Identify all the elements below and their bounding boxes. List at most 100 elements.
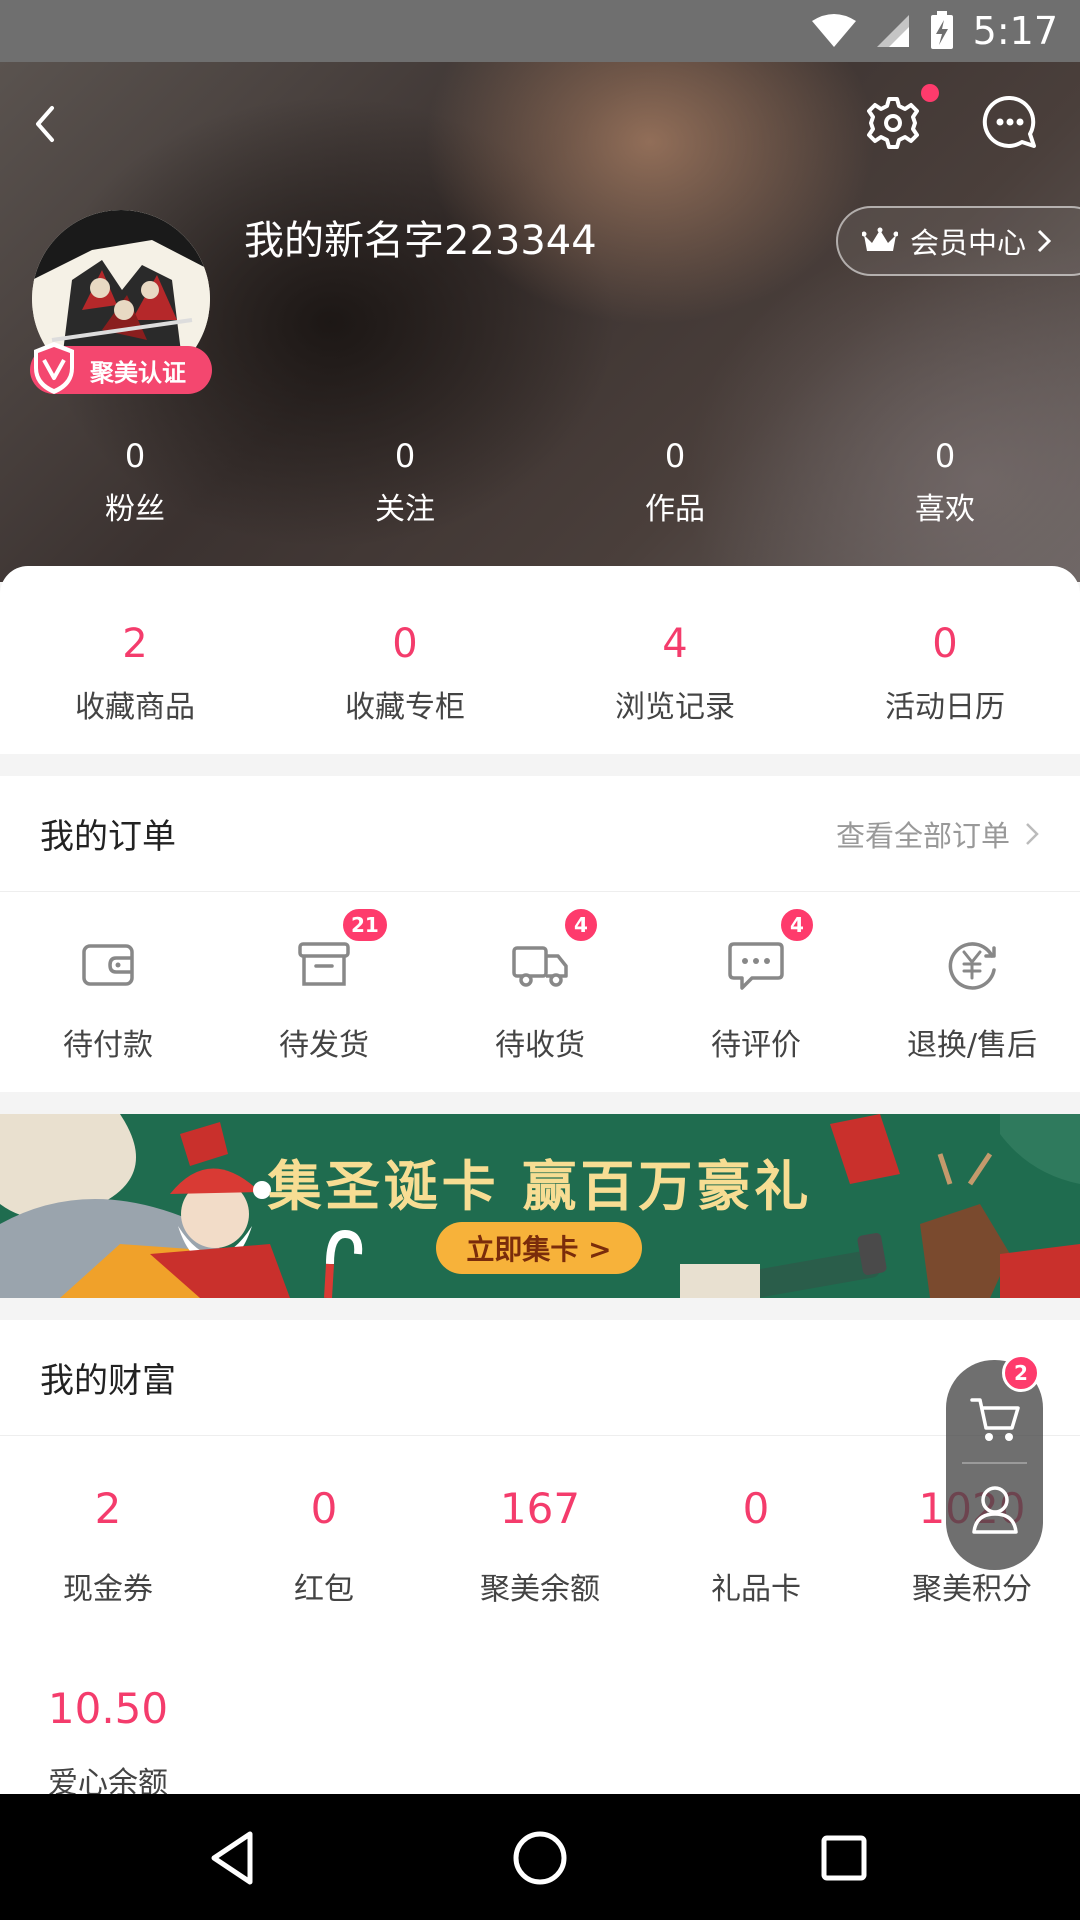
stat-label: 浏览记录 (615, 690, 735, 725)
order-refund-aftersales[interactable]: 退换/售后 (864, 892, 1080, 1092)
truck-icon (512, 946, 568, 987)
stat-label: 喜欢 (915, 492, 975, 527)
order-pending-payment[interactable]: 待付款 (0, 892, 216, 1092)
box-icon (298, 942, 350, 986)
orders-title: 我的订单 (40, 817, 176, 857)
nav-recents-icon[interactable] (814, 1828, 874, 1888)
shield-v-icon (34, 342, 74, 394)
wealth-value: 167 (499, 1484, 581, 1533)
wealth-label: 聚美积分 (912, 1572, 1032, 1607)
system-nav-bar (0, 1794, 1080, 1920)
stat-activity-calendar[interactable]: 0 活动日历 (810, 566, 1080, 754)
app-root: 5:17 聚美认证 我的新名字223344 会员中心 0 粉丝 0 关注 0 作… (0, 0, 1080, 1920)
stat-browse-history[interactable]: 4 浏览记录 (540, 566, 810, 754)
wealth-label: 红包 (294, 1572, 354, 1607)
cell-signal-icon (876, 15, 909, 47)
wealth-value: 0 (310, 1484, 338, 1533)
stat-value: 4 (662, 621, 688, 667)
view-all-orders-link[interactable]: 查看全部订单 (836, 813, 1040, 855)
stat-value: 0 (934, 437, 956, 475)
wealth-balance[interactable]: 167 聚美余额 (432, 1436, 648, 1636)
nav-home-icon[interactable] (510, 1828, 570, 1888)
wealth-title: 我的财富 (40, 1361, 176, 1401)
wealth-value: 0 (742, 1484, 770, 1533)
wifi-icon (811, 14, 856, 47)
orders-header: 我的订单 查看全部订单 (0, 776, 1080, 892)
order-status-row: 待付款 21 待发货 4 待收货 4 待评价 退换/售后 (0, 892, 1080, 1092)
stat-label: 粉丝 (105, 492, 165, 527)
stat-favorite-products[interactable]: 2 收藏商品 (0, 566, 270, 754)
wealth-gift-card[interactable]: 0 礼品卡 (648, 1436, 864, 1636)
stat-value: 0 (392, 621, 418, 667)
order-pending-receipt[interactable]: 4 待收货 (432, 892, 648, 1092)
order-item-label: 待收货 (495, 1028, 585, 1063)
wallet-icon (82, 944, 134, 986)
order-badge: 21 (340, 906, 390, 944)
stat-value: 0 (932, 621, 958, 667)
wealth-header: 我的财富 (0, 1320, 1080, 1436)
order-pending-shipment[interactable]: 21 待发货 (216, 892, 432, 1092)
vip-center-button[interactable]: 会员中心 (836, 206, 1080, 276)
battery-charging-icon (930, 11, 953, 49)
christmas-promo-banner[interactable]: 集圣诞卡 赢百万豪礼 立即集卡 > (0, 1114, 1080, 1298)
refund-icon (948, 942, 996, 990)
wealth-cash-coupon[interactable]: 2 现金券 (0, 1436, 216, 1636)
wealth-red-packet[interactable]: 0 红包 (216, 1436, 432, 1636)
wealth-label: 礼品卡 (711, 1572, 801, 1607)
nav-back-icon[interactable] (206, 1828, 266, 1888)
banner-title: 集圣诞卡 赢百万豪礼 (267, 1155, 813, 1218)
stat-label: 收藏专柜 (345, 690, 465, 725)
chevron-right-icon (1037, 229, 1052, 253)
stat-following[interactable]: 0 关注 (270, 436, 540, 528)
collect-cards-button[interactable]: 立即集卡 > (436, 1222, 642, 1274)
settings-notification-dot (921, 84, 939, 102)
wealth-label: 聚美余额 (480, 1572, 600, 1607)
stat-fans[interactable]: 0 粉丝 (0, 436, 270, 528)
floating-action-pill: 2 (946, 1354, 1043, 1570)
message-bubble-icon[interactable] (980, 92, 1040, 152)
wealth-value: 10.50 (47, 1684, 169, 1733)
wealth-label: 现金券 (63, 1572, 153, 1607)
stat-likes[interactable]: 0 喜欢 (810, 436, 1080, 528)
chevron-right-icon (1026, 822, 1039, 845)
order-badge: 4 (778, 906, 816, 944)
wealth-charity-balance[interactable]: 10.50 爱心余额 (0, 1686, 216, 1802)
wealth-section: 我的财富 2 现金券 0 红包 167 聚美余额 0 礼品卡 1020 聚美积分 (0, 1320, 1080, 1801)
order-item-label: 待发货 (279, 1028, 369, 1063)
social-stats: 0 粉丝 0 关注 0 作品 0 喜欢 (0, 436, 1080, 528)
clock-time: 5:17 (972, 9, 1058, 53)
stat-value: 2 (122, 621, 148, 667)
stat-works[interactable]: 0 作品 (540, 436, 810, 528)
stat-value: 0 (124, 437, 146, 475)
stat-label: 收藏商品 (75, 690, 195, 725)
username: 我的新名字223344 (244, 218, 597, 264)
order-badge: 4 (562, 906, 600, 944)
orders-section: 我的订单 查看全部订单 待付款 21 待发货 4 待收货 4 待评价 退换/售后 (0, 776, 1080, 1092)
collection-stats: 2 收藏商品 0 收藏专柜 4 浏览记录 0 活动日历 (0, 566, 1080, 754)
cart-count-badge: 2 (1002, 1354, 1040, 1392)
customer-service-icon[interactable] (970, 1482, 1020, 1536)
comment-icon (728, 942, 784, 990)
crown-icon (862, 227, 898, 251)
settings-gear-icon[interactable] (862, 92, 924, 154)
order-item-label: 退换/售后 (906, 1028, 1038, 1063)
order-pending-review[interactable]: 4 待评价 (648, 892, 864, 1092)
stat-label: 作品 (645, 492, 705, 527)
verify-badge-label: 聚美认证 (90, 358, 186, 387)
view-all-orders-label: 查看全部订单 (835, 818, 1010, 853)
back-arrow-icon[interactable] (24, 98, 66, 150)
wealth-value: 2 (94, 1484, 122, 1533)
shopping-cart-icon[interactable] (968, 1392, 1022, 1446)
profile-header: 聚美认证 我的新名字223344 会员中心 0 粉丝 0 关注 0 作品 0 喜… (0, 62, 1080, 582)
stat-value: 0 (664, 437, 686, 475)
order-item-label: 待付款 (63, 1028, 153, 1063)
pill-divider (962, 1462, 1027, 1464)
order-item-label: 待评价 (711, 1028, 801, 1063)
stat-label: 活动日历 (885, 690, 1005, 725)
wealth-row: 2 现金券 0 红包 167 聚美余额 0 礼品卡 1020 聚美积分 (0, 1436, 1080, 1636)
vip-center-label: 会员中心 (910, 226, 1027, 260)
stat-value: 0 (394, 437, 416, 475)
stat-label: 关注 (375, 492, 435, 527)
stat-favorite-counters[interactable]: 0 收藏专柜 (270, 566, 540, 754)
status-bar: 5:17 (0, 0, 1080, 62)
